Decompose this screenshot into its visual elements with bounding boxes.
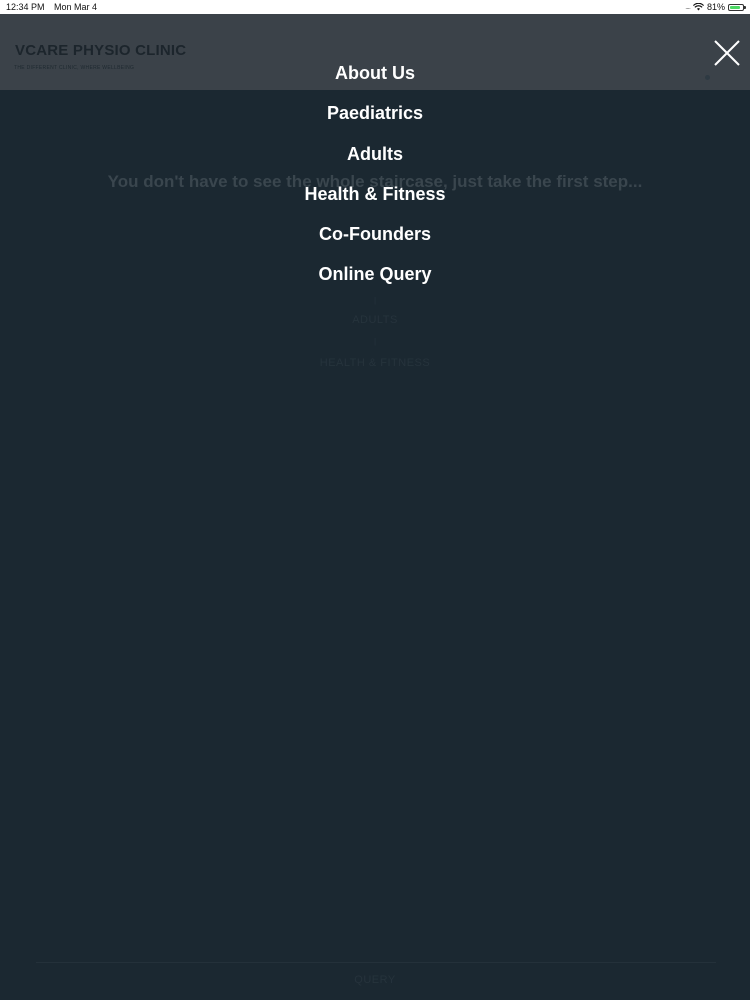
battery-nub	[744, 5, 746, 9]
signal-dots: ....	[685, 2, 691, 11]
menu-item-health-fitness[interactable]: Health & Fitness	[0, 180, 750, 220]
menu-item-about-us[interactable]: About Us	[0, 59, 750, 99]
wifi-icon	[693, 3, 704, 11]
status-bar: 12:34 PM Mon Mar 4 .... 81%	[0, 0, 750, 14]
status-time: 12:34 PM	[6, 2, 45, 12]
battery-icon	[728, 3, 746, 11]
battery-percent: 81%	[706, 2, 725, 12]
menu-item-paediatrics[interactable]: Paediatrics	[0, 99, 750, 139]
page: 12:34 PM Mon Mar 4 .... 81% VCARE PHYSIO…	[0, 0, 750, 1000]
battery-fill	[730, 5, 740, 9]
status-date: Mon Mar 4	[54, 2, 98, 12]
overlay-menu: About Us Paediatrics Adults Health & Fit…	[0, 14, 750, 1000]
menu-item-adults[interactable]: Adults	[0, 140, 750, 180]
menu-list: About Us Paediatrics Adults Health & Fit…	[0, 59, 750, 301]
status-left: 12:34 PM Mon Mar 4	[6, 0, 104, 14]
status-right: .... 81%	[685, 0, 746, 14]
menu-item-online-query[interactable]: Online Query	[0, 260, 750, 300]
menu-item-co-founders[interactable]: Co-Founders	[0, 220, 750, 260]
